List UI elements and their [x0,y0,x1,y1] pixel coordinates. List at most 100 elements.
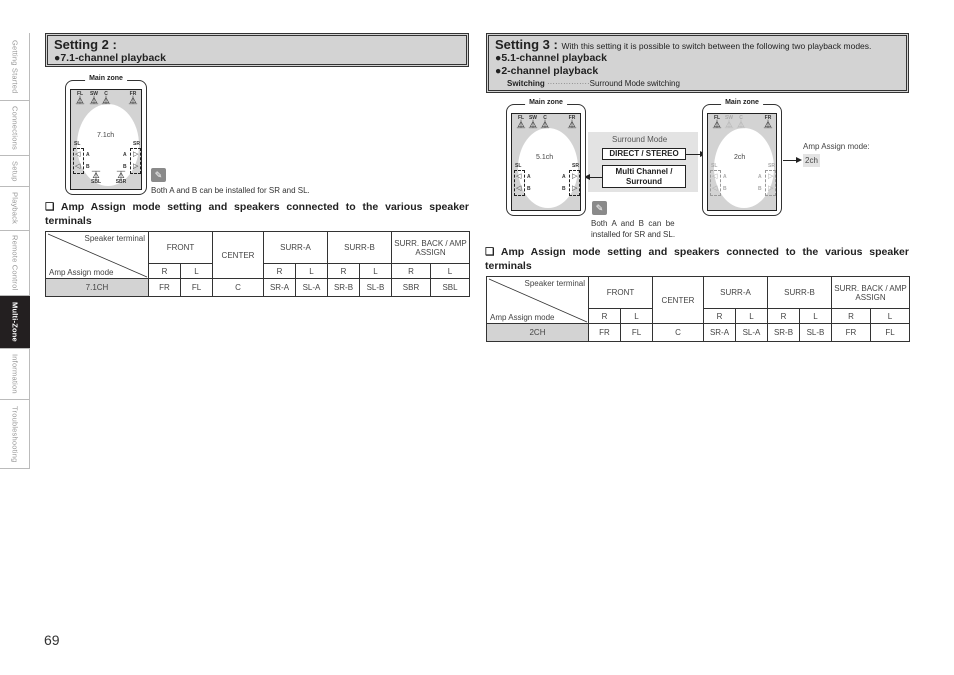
listening-area [518,128,578,208]
multi-channel-surround-button[interactable]: Multi Channel / Surround [602,165,686,188]
speaker-c: C ⏅ [539,115,551,129]
sl-speaker-group: ◁ ◁ [514,170,525,196]
speaker-icon: ◁ [516,173,522,180]
surround-mode-label: Surround Mode [612,135,668,144]
nav-tab-troubleshooting[interactable]: Troubleshooting [0,400,30,469]
speaker-icon: ▷ [768,173,774,180]
table-row: 7.1CH FR FL C SR-A SL-A SR-B SL-B SBR SB… [45,278,470,297]
group-header: SURR-B [767,276,832,309]
nav-tab-label: Troubleshooting [10,405,20,463]
corner-top-label: Speaker terminal [524,279,585,288]
room: FL ⏅ SW ⏅ C ⏅ FR ⏅ 7.1ch SL SR ◁ ◁ A B ▷ ▷ A… [70,89,142,190]
arrow-line [686,154,700,155]
subheader: R [263,263,296,279]
group-label-sl: SL [74,141,81,147]
speaker-sbr: ⏄ SBR [115,171,127,186]
group-label-sl: SL [515,163,522,169]
sub-label-b: B [527,186,531,192]
nav-tab-information[interactable]: Information [0,349,30,400]
direct-stereo-button[interactable]: DIRECT / STEREO [602,148,686,160]
arrow-line [783,160,797,161]
main-zone-diagram-51: Main zone FL ⏅ SW ⏅ C ⏅ FR ⏅ 5.1ch SL SR ◁ ◁… [506,99,586,216]
switching-value: Surround Mode switching [589,79,680,88]
group-header: CENTER [652,276,704,324]
nav-tab-label: Playback [10,192,20,225]
arrow-line [588,177,602,178]
mode-cell: 2CH [486,323,589,342]
speaker-sw: SW ⏅ [527,115,539,129]
sr-speaker-group-inactive: ▷ ▷ [765,170,776,196]
sub-label-a: A [527,174,531,180]
sl-speaker-group-inactive: ◁ ◁ [710,170,721,196]
sr-speaker-group: ▷ ▷ [569,170,580,196]
table-cell: SR-A [263,278,296,297]
subheader: L [799,308,832,324]
subheader: L [180,263,213,279]
sub-label-b: B [723,186,727,192]
table-cell: FR [588,323,621,342]
setting3-section-heading: ❑ Amp Assign mode setting and speakers c… [485,246,909,272]
nav-tab-label: Setup [10,160,20,182]
nav-tab-label: Getting Started [10,39,20,94]
setting3-box: Setting 3 : With this setting it is poss… [486,33,909,93]
speaker-icon: ⏄ [92,171,100,180]
switching-label: Switching [507,79,545,88]
arrow-right-icon [796,157,802,163]
sub-label-a: A [123,152,127,158]
group-header: SURR. BACK / AMP ASSIGN [391,231,470,264]
table-cell: FR [148,278,181,297]
speaker-icon: ⏄ [117,171,125,180]
pencil-icon: ✎ [151,168,166,182]
main-zone-diagram-71: Main zone FL ⏅ SW ⏅ C ⏅ FR ⏅ 7.1ch SL SR ◁ ◁… [65,75,147,195]
table-cell: SL-A [295,278,328,297]
channel-label: 2ch [734,154,746,161]
speaker-icon: ⏅ [713,120,721,129]
setting2-bullet: ●7.1-channel playback [54,52,460,65]
nav-tab-getting-started[interactable]: Getting Started [0,33,30,101]
nav-tab-label: Connections [10,106,20,150]
nav-tab-setup[interactable]: Setup [0,156,30,187]
group-header: SURR-A [703,276,768,309]
zone-label: Main zone [85,75,127,82]
speaker-c: C ⏅ [100,91,112,105]
speaker-icon: ◁ [75,151,81,158]
bullet-text: 5.1-channel playback [501,52,607,64]
speaker-fr: FR ⏅ [566,115,578,129]
button-line1: Multi Channel / [615,167,673,176]
group-label-sr: SR [572,163,579,169]
speaker-c-inactive: C ⏅ [735,115,747,129]
speaker-fr: FR ⏅ [127,91,139,105]
side-navigation: Getting Started Connections Setup Playba… [0,33,30,469]
speaker-fl: FL ⏅ [711,115,723,129]
speaker-icon: ⏅ [529,120,537,129]
subheader: R [391,263,431,279]
sub-label-a: A [723,174,727,180]
subheader: L [870,308,910,324]
page-number: 69 [44,632,60,648]
nav-tab-playback[interactable]: Playback [0,187,30,231]
amp-assign-mode-value: 2ch [803,154,820,167]
table-cell: SL-A [735,323,768,342]
listening-area [714,128,774,208]
group-label-sr: SR [133,141,140,147]
speaker-icon: ◁ [75,163,81,170]
group-header: SURR-A [263,231,328,264]
table-cell: FL [620,323,653,342]
table-cell: C [652,323,704,342]
speaker-icon: ⏅ [541,120,549,129]
speaker-icon: ⏅ [568,120,576,129]
nav-tab-multi-zone[interactable]: Multi-Zone [0,296,30,349]
setting3-amp-table: Speaker terminal Amp Assign mode FRONT C… [486,276,910,342]
speaker-icon: ⏅ [129,96,137,105]
setting3-note: Both A and B can be installed for SR and … [591,218,675,240]
nav-tab-connections[interactable]: Connections [0,101,30,156]
bullet-text: 2-channel playback [501,65,599,77]
sub-label-b: B [758,186,762,192]
subheader: L [430,263,470,279]
speaker-icon: ⏅ [517,120,525,129]
speaker-icon: ⏅ [76,96,84,105]
nav-tab-remote-control[interactable]: Remote Control [0,231,30,296]
subheader: R [327,263,360,279]
sub-label-b: B [86,164,90,170]
table-cell: SR-A [703,323,736,342]
